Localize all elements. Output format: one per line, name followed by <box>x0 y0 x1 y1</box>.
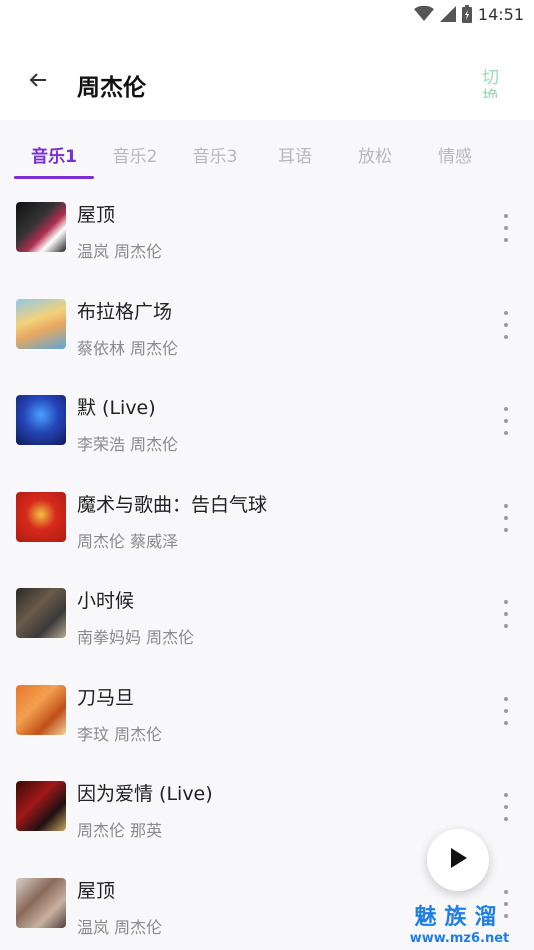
album-cover <box>16 395 66 445</box>
wifi-icon <box>413 6 434 22</box>
status-bar: 14:51 <box>0 0 534 28</box>
song-artist: 周杰伦 那英 <box>77 821 163 840</box>
song-artist: 蔡依林 周杰伦 <box>77 338 179 358</box>
song-artist: 周杰伦 蔡威泽 <box>77 531 179 551</box>
more-options-icon[interactable] <box>498 600 514 628</box>
song-title: 小时候 <box>77 590 135 612</box>
album-cover <box>16 202 66 252</box>
tab-whisper[interactable]: 耳语 <box>255 142 335 167</box>
album-cover <box>16 588 66 638</box>
song-title: 因为爱情 (Live) <box>77 783 213 805</box>
play-icon <box>448 847 468 873</box>
song-item[interactable]: 默 (Live) 李荣浩 周杰伦 <box>0 377 534 474</box>
song-title: 布拉格广场 <box>77 300 173 323</box>
more-options-icon[interactable] <box>498 503 514 532</box>
album-cover <box>16 491 66 542</box>
tab-indicator <box>14 176 94 179</box>
tab-music2[interactable]: 音乐2 <box>95 142 175 167</box>
status-time: 14:51 <box>477 4 524 24</box>
song-title: 屋顶 <box>77 879 116 902</box>
more-options-icon[interactable] <box>498 310 514 339</box>
album-cover <box>16 298 66 349</box>
watermark-url: www.mz6.net <box>409 931 510 946</box>
watermark: 魅族溜 www.mz6.net <box>392 905 527 946</box>
arrow-left-icon <box>28 70 48 94</box>
song-artist: 李玟 周杰伦 <box>77 724 163 744</box>
tab-music3[interactable]: 音乐3 <box>175 142 255 167</box>
back-button[interactable] <box>20 64 56 100</box>
page-title: 周杰伦 <box>77 75 146 101</box>
tab-bar: 音乐1 音乐2 音乐3 耳语 放松 情感 <box>0 132 534 182</box>
more-options-icon[interactable] <box>498 214 514 242</box>
song-item[interactable]: 屋顶 温岚 周杰伦 <box>0 184 534 281</box>
song-item[interactable]: 布拉格广场 蔡依林 周杰伦 <box>0 281 534 378</box>
tab-relax[interactable]: 放松 <box>335 142 415 167</box>
song-item[interactable]: 小时候 南拳妈妈 周杰伦 <box>0 570 534 667</box>
more-options-icon[interactable] <box>498 407 514 435</box>
album-cover <box>16 877 66 928</box>
more-options-icon[interactable] <box>498 696 514 725</box>
play-button[interactable] <box>427 829 489 891</box>
tab-music1[interactable]: 音乐1 <box>14 142 94 167</box>
signal-icon <box>439 6 456 22</box>
battery-icon <box>461 5 472 23</box>
song-item[interactable]: 刀马旦 李玟 周杰伦 <box>0 667 534 764</box>
album-cover <box>16 684 66 735</box>
switch-button[interactable]: 切换 <box>482 68 502 98</box>
header: 周杰伦 切换 <box>0 50 534 116</box>
song-item[interactable]: 魔术与歌曲：告白气球 周杰伦 蔡威泽 <box>0 474 534 571</box>
main-content: 音乐1 音乐2 音乐3 耳语 放松 情感 屋顶 温岚 周杰伦 布拉格广场 蔡依林… <box>0 120 534 950</box>
watermark-text: 魅族溜 <box>414 905 505 930</box>
song-title: 屋顶 <box>77 204 116 226</box>
tab-emotion[interactable]: 情感 <box>415 142 495 167</box>
song-artist: 南拳妈妈 周杰伦 <box>77 628 195 647</box>
more-options-icon[interactable] <box>498 793 514 821</box>
song-title: 刀马旦 <box>77 686 135 709</box>
song-artist: 李荣浩 周杰伦 <box>77 435 179 454</box>
album-cover <box>16 781 66 831</box>
song-title: 魔术与歌曲：告白气球 <box>77 493 268 516</box>
song-title: 默 (Live) <box>77 397 156 419</box>
song-artist: 温岚 周杰伦 <box>77 917 163 937</box>
song-artist: 温岚 周杰伦 <box>77 242 163 261</box>
